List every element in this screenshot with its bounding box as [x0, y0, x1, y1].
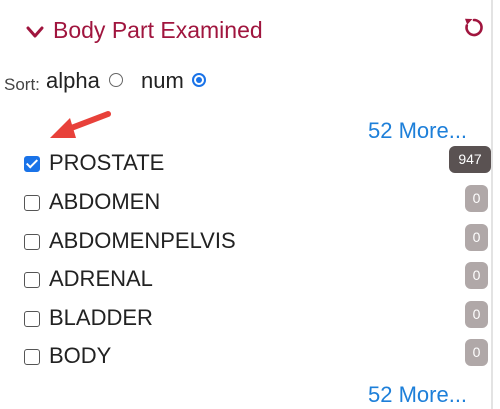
item-label: ADRENAL [49, 266, 153, 291]
body-part-facet-panel: Body Part Examined Sort: alpha num 52 Mo… [0, 0, 500, 409]
list-item[interactable]: BODY 0 [24, 339, 491, 373]
count-badge: 0 [465, 262, 488, 289]
list-item[interactable]: ABDOMENPELVIS 0 [24, 224, 491, 258]
item-label: ABDOMEN [49, 189, 161, 214]
list-item[interactable]: PROSTATE 947 [24, 146, 491, 180]
checkbox[interactable] [24, 311, 40, 327]
count-badge: 0 [465, 224, 488, 251]
sort-num-radio[interactable] [192, 73, 206, 87]
checkbox[interactable] [24, 234, 40, 250]
facet-title[interactable]: Body Part Examined [53, 17, 263, 44]
sort-controls: Sort: alpha num [4, 68, 304, 96]
checkbox[interactable] [24, 156, 40, 172]
facet-header: Body Part Examined [0, 0, 491, 64]
list-item[interactable]: ABDOMEN 0 [24, 185, 491, 219]
checkbox[interactable] [24, 349, 40, 365]
item-label: BODY [49, 343, 112, 368]
more-link-bottom[interactable]: 52 More... [368, 382, 467, 408]
panel-border [491, 0, 493, 409]
checkbox[interactable] [24, 195, 40, 211]
sort-label: Sort: [4, 75, 40, 94]
item-label: BLADDER [49, 305, 153, 330]
count-badge: 947 [449, 146, 491, 173]
count-badge: 0 [465, 301, 488, 328]
sort-num-label[interactable]: num [141, 68, 184, 94]
list-item[interactable]: ADRENAL 0 [24, 262, 491, 296]
chevron-down-icon[interactable] [25, 22, 45, 42]
item-label: ABDOMENPELVIS [49, 228, 236, 253]
sort-alpha-label[interactable]: alpha [46, 68, 100, 94]
more-link-top[interactable]: 52 More... [368, 118, 467, 144]
sort-alpha-radio[interactable] [109, 73, 123, 87]
item-label: PROSTATE [49, 150, 165, 175]
red-arrow-icon [50, 111, 111, 138]
count-badge: 0 [465, 185, 488, 212]
checkbox[interactable] [24, 272, 40, 288]
list-item[interactable]: BLADDER 0 [24, 301, 491, 335]
reset-icon[interactable] [462, 15, 486, 39]
count-badge: 0 [465, 339, 488, 366]
